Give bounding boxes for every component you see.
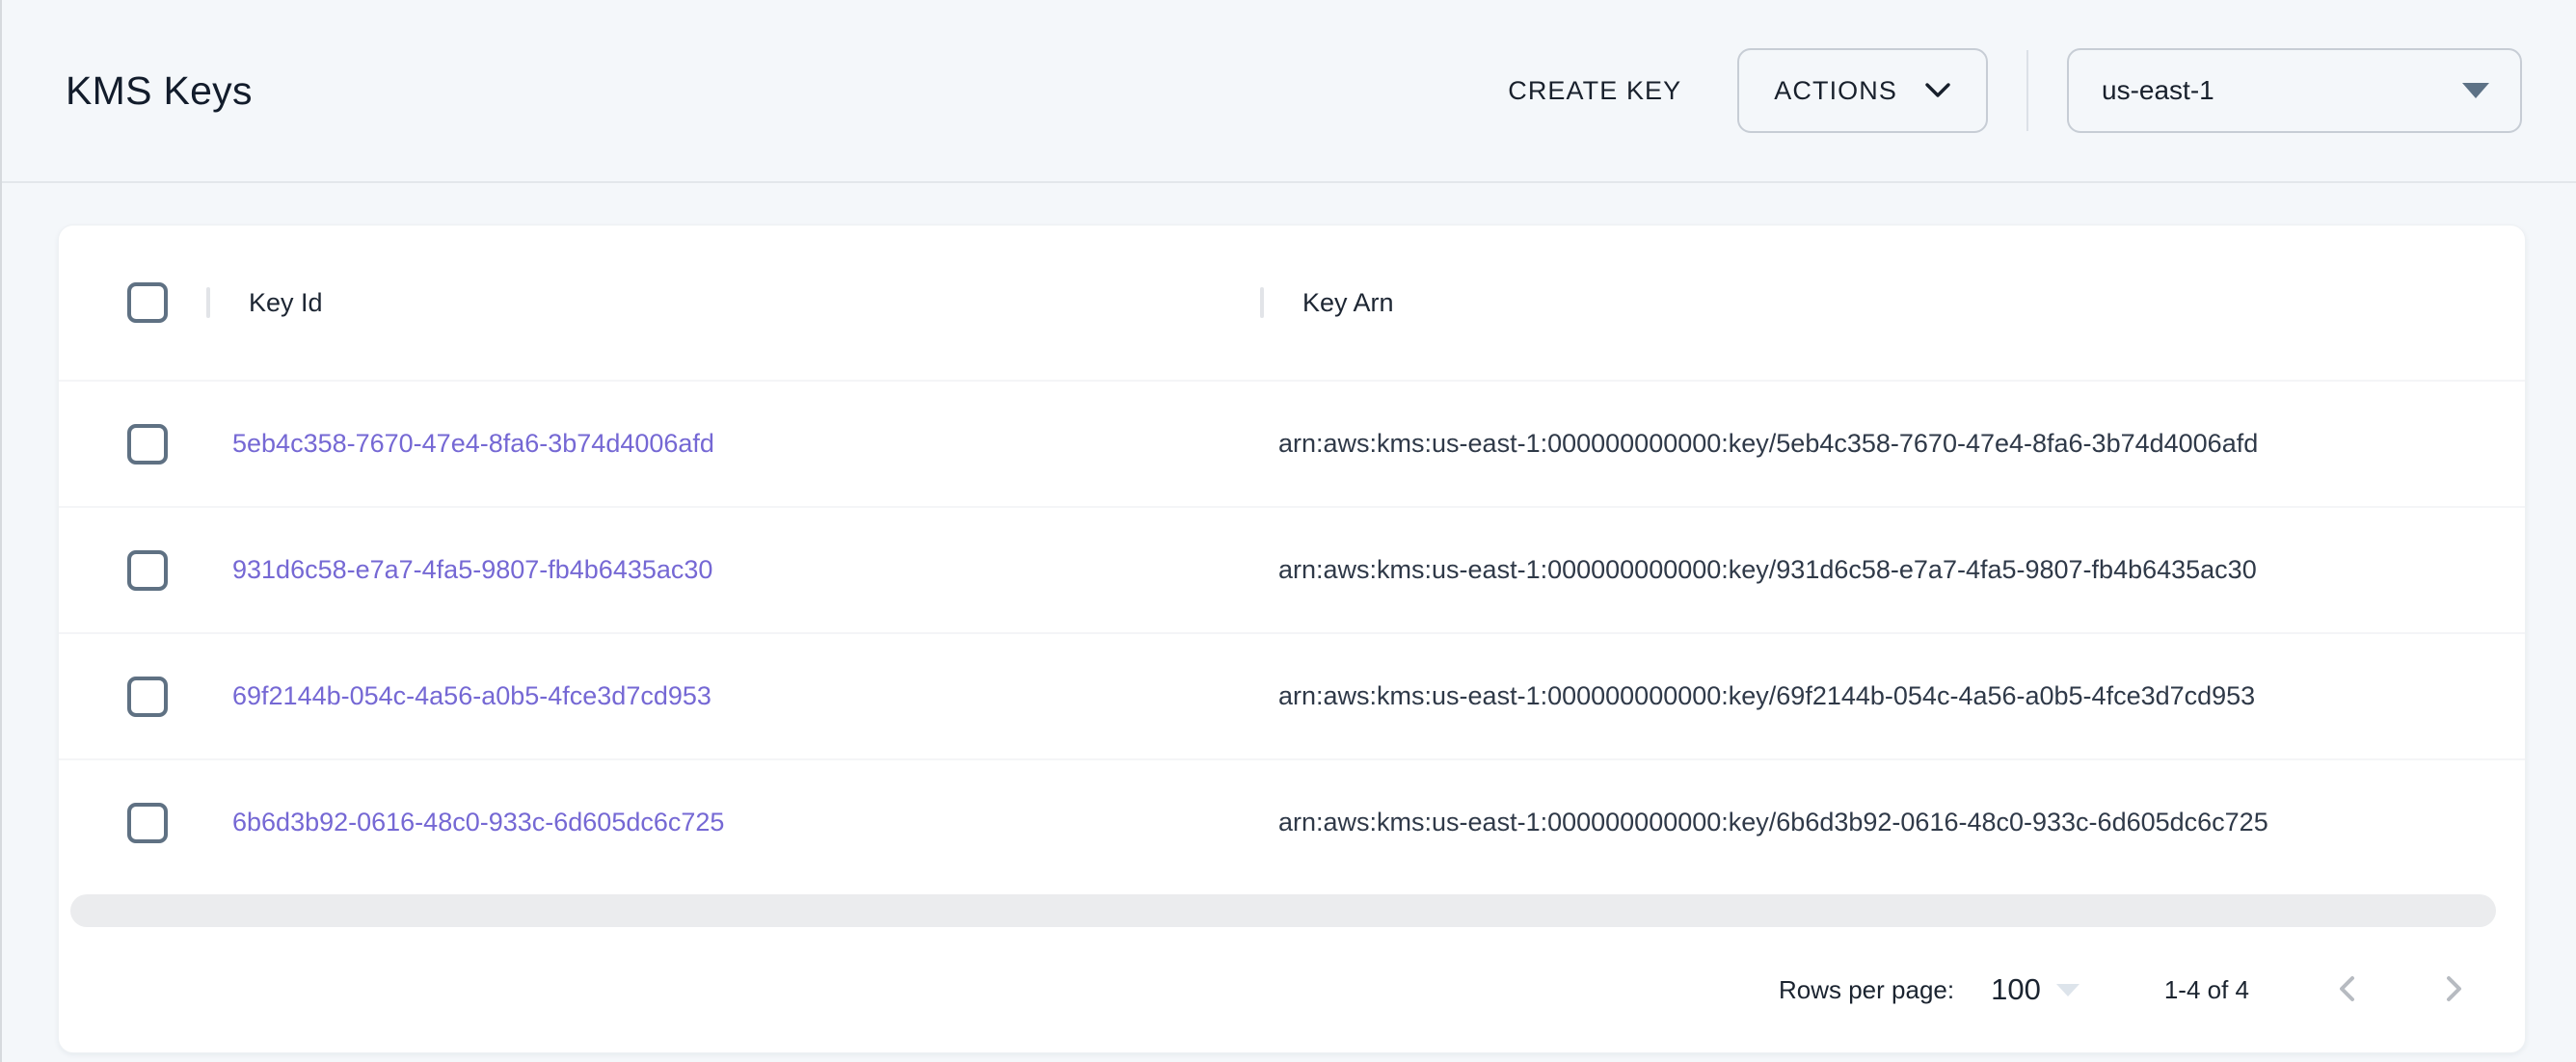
caret-down-icon	[2462, 83, 2489, 98]
page-header: KMS Keys CREATE KEY ACTIONS us-east-1	[2, 0, 2576, 183]
row-checkbox[interactable]	[127, 424, 168, 465]
key-arn-text: arn:aws:kms:us-east-1:000000000000:key/5…	[1278, 429, 2258, 458]
table-body: 5eb4c358-7670-47e4-8fa6-3b74d4006afd arn…	[59, 380, 2525, 885]
rows-per-page-label: Rows per page:	[1779, 975, 1954, 1005]
actions-button[interactable]: ACTIONS	[1737, 48, 1988, 133]
key-id-cell: 931d6c58-e7a7-4fa5-9807-fb4b6435ac30	[206, 555, 1260, 585]
toolbar-divider	[2026, 50, 2028, 131]
caret-down-icon	[2056, 984, 2080, 996]
rows-per-page-value: 100	[1991, 972, 2041, 1007]
pagination-range: 1-4 of 4	[2164, 975, 2249, 1005]
kms-keys-table-card: Key Id Key Arn 5eb4c358-7670-47e4-8fa6-3…	[58, 225, 2526, 1053]
row-checkbox-cell	[59, 803, 206, 843]
horizontal-scrollbar[interactable]	[70, 894, 2496, 927]
key-id-cell: 5eb4c358-7670-47e4-8fa6-3b74d4006afd	[206, 429, 1260, 459]
region-select-value: us-east-1	[2102, 75, 2214, 106]
table-row: 69f2144b-054c-4a56-a0b5-4fce3d7cd953 arn…	[59, 632, 2525, 758]
column-resize-handle[interactable]	[1260, 287, 1264, 318]
header-checkbox-cell	[59, 282, 206, 323]
key-arn-cell: arn:aws:kms:us-east-1:000000000000:key/9…	[1260, 555, 2525, 585]
row-checkbox-cell	[59, 677, 206, 717]
row-checkbox-cell	[59, 424, 206, 465]
key-arn-cell: arn:aws:kms:us-east-1:000000000000:key/6…	[1260, 681, 2525, 711]
actions-button-label: ACTIONS	[1774, 76, 1897, 106]
column-header-label: Key Id	[249, 288, 323, 318]
page-title: KMS Keys	[66, 68, 253, 114]
row-checkbox[interactable]	[127, 677, 168, 717]
chevron-right-icon	[2436, 971, 2471, 1009]
next-page-button[interactable]	[2430, 967, 2477, 1013]
select-all-checkbox[interactable]	[127, 282, 168, 323]
table-header-row: Key Id Key Arn	[59, 226, 2525, 380]
key-arn-text: arn:aws:kms:us-east-1:000000000000:key/6…	[1278, 808, 2268, 836]
pagination: Rows per page: 100 1-4 of 4	[59, 927, 2525, 1052]
row-checkbox[interactable]	[127, 550, 168, 591]
header-actions: CREATE KEY ACTIONS us-east-1	[1483, 48, 2522, 133]
key-id-cell: 6b6d3b92-0616-48c0-933c-6d605dc6c725	[206, 808, 1260, 837]
table-row: 931d6c58-e7a7-4fa5-9807-fb4b6435ac30 arn…	[59, 506, 2525, 632]
key-arn-text: arn:aws:kms:us-east-1:000000000000:key/9…	[1278, 555, 2257, 584]
chevron-left-icon	[2330, 971, 2365, 1009]
region-select[interactable]: us-east-1	[2067, 48, 2522, 133]
table-row: 6b6d3b92-0616-48c0-933c-6d605dc6c725 arn…	[59, 758, 2525, 885]
key-id-link[interactable]: 6b6d3b92-0616-48c0-933c-6d605dc6c725	[232, 808, 724, 836]
key-arn-cell: arn:aws:kms:us-east-1:000000000000:key/5…	[1260, 429, 2525, 459]
row-checkbox-cell	[59, 550, 206, 591]
previous-page-button[interactable]	[2324, 967, 2371, 1013]
key-id-cell: 69f2144b-054c-4a56-a0b5-4fce3d7cd953	[206, 681, 1260, 711]
column-header-key-arn: Key Arn	[1260, 226, 2525, 380]
create-key-button[interactable]: CREATE KEY	[1483, 57, 1706, 125]
rows-per-page-select[interactable]: 100	[1991, 972, 2080, 1007]
key-id-link[interactable]: 931d6c58-e7a7-4fa5-9807-fb4b6435ac30	[232, 555, 712, 584]
column-header-label: Key Arn	[1302, 288, 1394, 318]
chevron-down-icon	[1924, 76, 1951, 106]
row-checkbox[interactable]	[127, 803, 168, 843]
key-id-link[interactable]: 69f2144b-054c-4a56-a0b5-4fce3d7cd953	[232, 681, 711, 710]
column-header-key-id: Key Id	[206, 226, 1260, 380]
key-arn-text: arn:aws:kms:us-east-1:000000000000:key/6…	[1278, 681, 2255, 710]
table-row: 5eb4c358-7670-47e4-8fa6-3b74d4006afd arn…	[59, 380, 2525, 506]
column-resize-handle[interactable]	[206, 287, 210, 318]
key-arn-cell: arn:aws:kms:us-east-1:000000000000:key/6…	[1260, 808, 2525, 837]
key-id-link[interactable]: 5eb4c358-7670-47e4-8fa6-3b74d4006afd	[232, 429, 714, 458]
